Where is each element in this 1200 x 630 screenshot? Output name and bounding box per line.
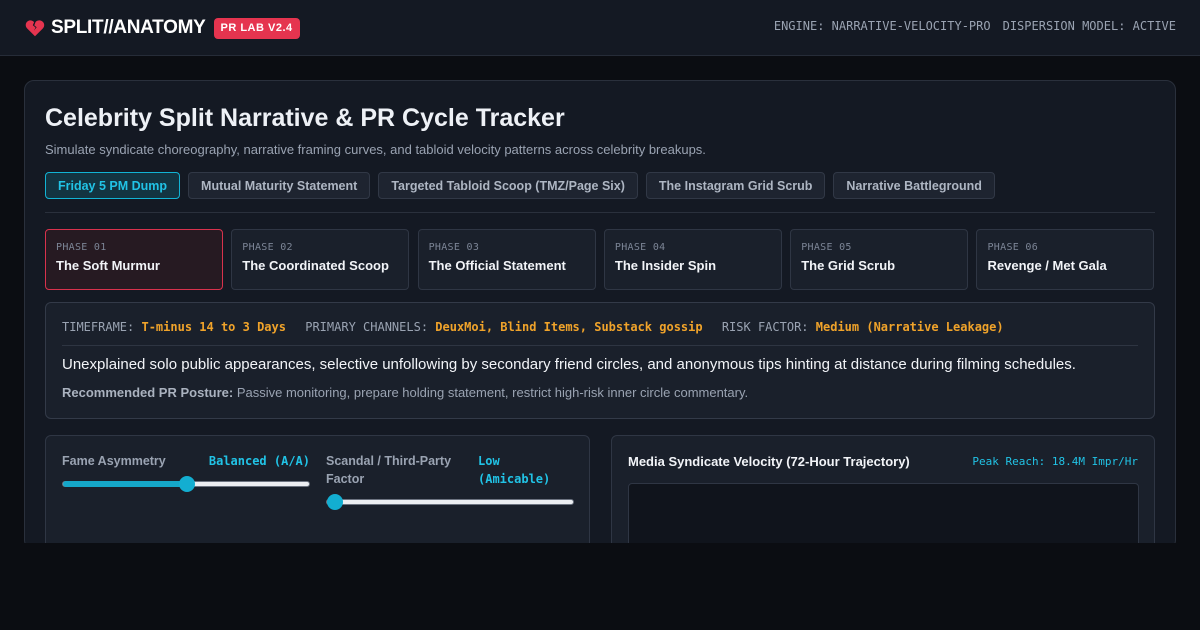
tab-mutual-maturity[interactable]: Mutual Maturity Statement (188, 172, 371, 199)
timeframe-label: TIMEFRAME: (62, 320, 135, 334)
posture-label: Recommended PR Posture: (62, 385, 234, 400)
engine-status: ENGINE: NARRATIVE-VELOCITY-PRO DISPERSION… (774, 19, 1176, 33)
phase-card[interactable]: PHASE 03 The Official Statement (417, 229, 596, 290)
tab-instagram-scrub[interactable]: The Instagram Grid Scrub (645, 172, 826, 199)
phase-card[interactable]: PHASE 06 Revenge / Met Gala (976, 229, 1155, 290)
slider-thumb[interactable] (179, 476, 195, 492)
app-name: SPLIT//ANATOMY (51, 17, 206, 38)
phase-number: PHASE 05 (801, 242, 852, 253)
dispersion-label: DISPERSION MODEL: ACTIVE (1002, 19, 1176, 33)
broken-heart-icon (24, 17, 46, 39)
phase-name: Revenge / Met Gala (987, 258, 1107, 273)
channels-value: DeuxMoi, Blind Items, Substack gossip (435, 320, 703, 334)
phase-name: The Coordinated Scoop (242, 258, 389, 273)
phase-card[interactable]: PHASE 05 The Grid Scrub (790, 229, 969, 290)
phase-name: The Soft Murmur (56, 258, 160, 273)
phase-card[interactable]: PHASE 01 The Soft Murmur (45, 229, 223, 290)
channels-label: PRIMARY CHANNELS: (305, 320, 429, 334)
fame-asymmetry-value: Balanced (A/A) (208, 454, 310, 468)
phase-number: PHASE 06 (987, 242, 1039, 253)
phase-meta: TIMEFRAME: T-minus 14 to 3 Days PRIMARY … (62, 320, 1004, 334)
timeframe-value: T-minus 14 to 3 Days (141, 320, 286, 334)
divider (45, 212, 1155, 213)
risk-value: Medium (Narrative Leakage) (815, 320, 1004, 334)
phase-detail-card: TIMEFRAME: T-minus 14 to 3 Days PRIMARY … (45, 302, 1155, 419)
pr-posture: Recommended PR Posture: Passive monitori… (62, 385, 748, 400)
phase-number: PHASE 03 (428, 242, 480, 253)
engine-label: ENGINE: NARRATIVE-VELOCITY-PRO (773, 19, 991, 33)
phase-card[interactable]: PHASE 02 The Coordinated Scoop (231, 229, 410, 290)
phase-name: The Official Statement (428, 258, 566, 273)
fame-asymmetry-label: Fame Asymmetry (62, 454, 166, 468)
viewport-fade (0, 543, 1200, 630)
fame-asymmetry-slider[interactable] (62, 476, 310, 492)
divider (62, 345, 1138, 346)
slider-thumb[interactable] (327, 494, 343, 510)
risk-label: RISK FACTOR: (721, 320, 809, 334)
phase-name: The Insider Spin (614, 258, 717, 273)
tab-narrative-battleground[interactable]: Narrative Battleground (833, 172, 995, 199)
phase-name: The Grid Scrub (801, 258, 896, 273)
phase-number: PHASE 04 (614, 242, 666, 253)
posture-text: Passive monitoring, prepare holding stat… (236, 385, 749, 400)
brand[interactable]: SPLIT//ANATOMY PR LAB V2.4 (24, 16, 300, 40)
phase-number: PHASE 01 (56, 242, 107, 253)
top-bar: SPLIT//ANATOMY PR LAB V2.4 ENGINE: NARRA… (0, 0, 1200, 56)
phase-card[interactable]: PHASE 04 The Insider Spin (603, 229, 782, 290)
peak-reach: Peak Reach: 18.4M Impr/Hr (972, 455, 1138, 468)
slider-fill (63, 481, 187, 487)
tab-friday-dump[interactable]: Friday 5 PM Dump (45, 172, 181, 199)
phase-selector: PHASE 01 The Soft Murmur PHASE 02 The Co… (45, 229, 1155, 290)
phase-number: PHASE 02 (242, 242, 293, 253)
page-subtitle: Simulate syndicate choreography, narrati… (45, 142, 706, 157)
page-title: Celebrity Split Narrative & PR Cycle Tra… (45, 104, 565, 132)
velocity-title: Media Syndicate Velocity (72-Hour Trajec… (628, 454, 910, 469)
scandal-factor-value: Low (Amicable) (478, 454, 551, 486)
scandal-factor-slider[interactable] (326, 494, 574, 510)
scenario-tabs: Friday 5 PM Dump Mutual Maturity Stateme… (45, 172, 1003, 199)
tab-tabloid-scoop[interactable]: Targeted Tabloid Scoop (TMZ/Page Six) (378, 172, 638, 199)
main-panel: Celebrity Split Narrative & PR Cycle Tra… (24, 80, 1176, 563)
phase-description: Unexplained solo public appearances, sel… (62, 356, 1076, 373)
velocity-panel: Media Syndicate Velocity (72-Hour Trajec… (611, 435, 1155, 563)
version-badge: PR LAB V2.4 (213, 17, 300, 39)
scandal-factor-label: Scandal / Third-Party Factor (326, 454, 452, 486)
parameter-sliders: Fame Asymmetry Balanced (A/A) Scandal / … (45, 435, 590, 555)
